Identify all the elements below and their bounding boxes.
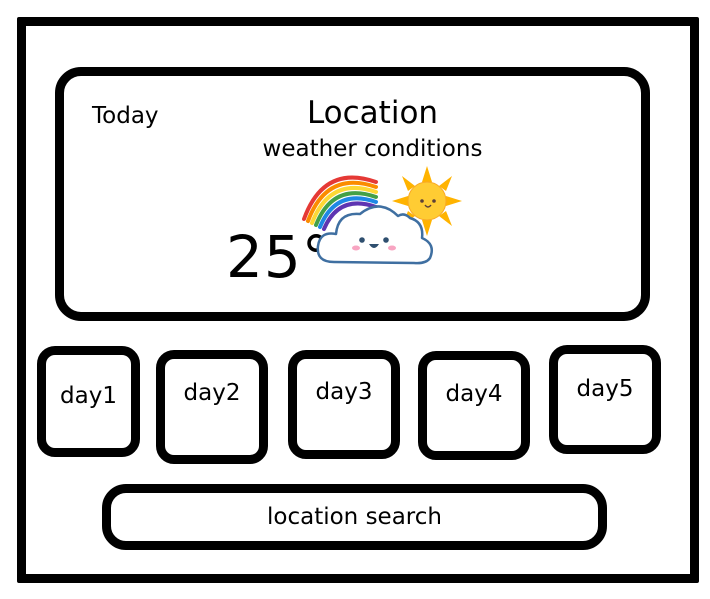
forecast-day-5[interactable]: day5 [549, 345, 661, 454]
weather-illustration [302, 166, 462, 265]
today-weather-card: Today Location weather conditions 25° [55, 67, 650, 321]
location-title: Location [306, 95, 439, 131]
location-search-input[interactable]: location search [102, 484, 607, 550]
weather-conditions: weather conditions [262, 136, 483, 162]
forecast-day-label: day4 [445, 381, 503, 407]
location-search-label: location search [267, 504, 442, 530]
forecast-day-1[interactable]: day1 [37, 346, 140, 457]
forecast-day-label: day3 [315, 379, 373, 405]
forecast-day-2[interactable]: day2 [156, 350, 268, 464]
forecast-day-4[interactable]: day4 [418, 351, 530, 460]
forecast-day-3[interactable]: day3 [288, 350, 400, 459]
forecast-day-label: day1 [60, 383, 117, 409]
forecast-day-label: day5 [576, 376, 634, 402]
forecast-day-label: day2 [183, 380, 241, 406]
